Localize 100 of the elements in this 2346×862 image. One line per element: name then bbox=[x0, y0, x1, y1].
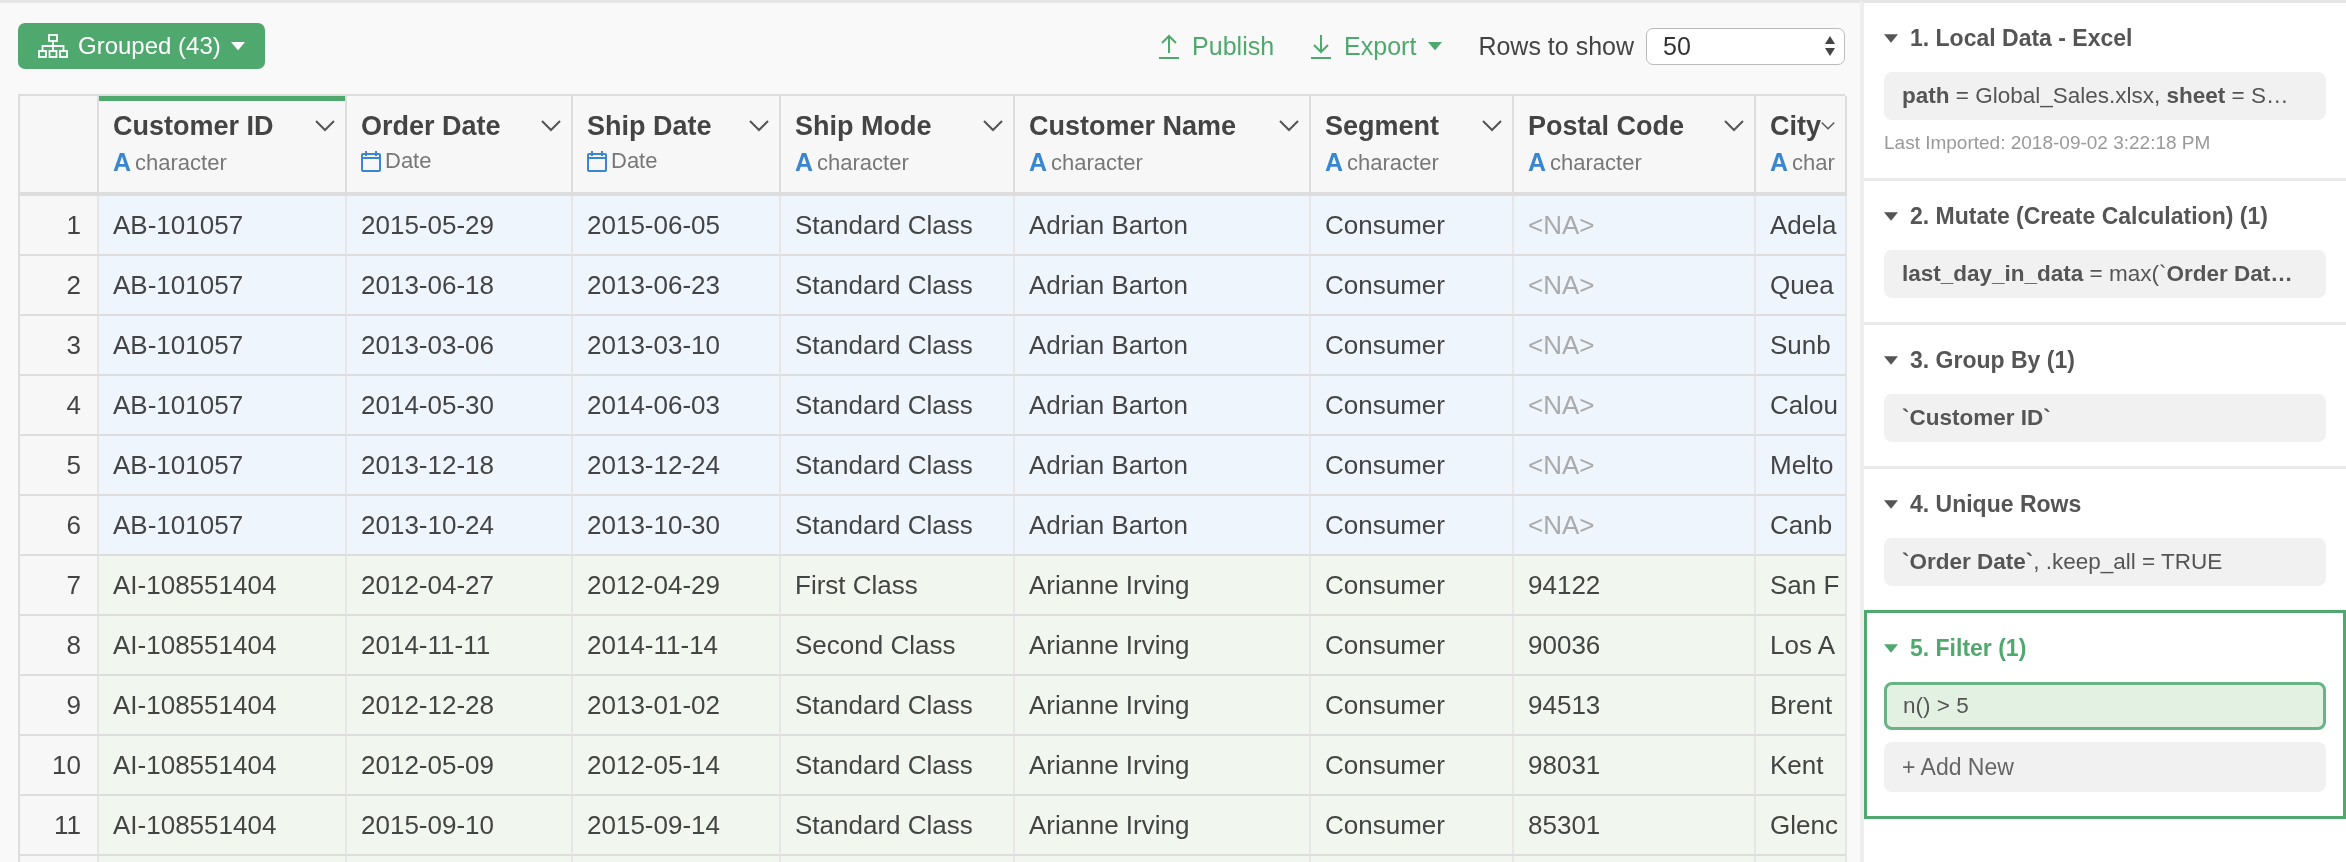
table-cell: Adrian Barton bbox=[1015, 496, 1311, 556]
table-cell: <NA> bbox=[1514, 376, 1756, 436]
table-cell: 90036 bbox=[1514, 616, 1756, 676]
chevron-down-icon[interactable] bbox=[1724, 120, 1744, 132]
add-new-button[interactable]: + Add New bbox=[1884, 742, 2326, 792]
step-card[interactable]: 3. Group By (1) `Customer ID` bbox=[1864, 325, 2346, 469]
step-title[interactable]: 2. Mutate (Create Calculation) (1) bbox=[1884, 203, 2326, 230]
step-card[interactable]: 5. Filter (1) n() > 5 + Add New bbox=[1864, 610, 2346, 819]
column-header[interactable]: Postal Code A character bbox=[1514, 96, 1756, 196]
table-cell: 2015-09-10 bbox=[347, 796, 573, 856]
table-cell: Standard Class bbox=[781, 496, 1015, 556]
table-cell: 85301 bbox=[1514, 796, 1756, 856]
table-cell: 2013-06-18 bbox=[347, 256, 573, 316]
column-type: character bbox=[1347, 149, 1439, 176]
table-cell: 2015-05-29 bbox=[347, 196, 573, 256]
column-type: char bbox=[1792, 149, 1835, 176]
character-type-icon: A bbox=[1029, 148, 1048, 177]
row-number: 1 bbox=[20, 196, 99, 256]
table-cell: AI-108551404 bbox=[99, 796, 347, 856]
chevron-down-icon[interactable] bbox=[1821, 120, 1835, 132]
column-name: Postal Code bbox=[1528, 110, 1685, 142]
step-title[interactable]: 3. Group By (1) bbox=[1884, 347, 2326, 374]
chevron-down-icon[interactable] bbox=[541, 120, 561, 132]
table-cell: <NA> bbox=[1514, 436, 1756, 496]
step-card[interactable]: 4. Unique Rows `Order Date`, .keep_all = TRUE bbox=[1864, 469, 2346, 613]
table-cell: 2013-10-30 bbox=[573, 496, 781, 556]
calendar-icon bbox=[587, 150, 607, 172]
chevron-down-icon[interactable] bbox=[749, 120, 769, 132]
column-header[interactable]: Segment A character bbox=[1311, 96, 1514, 196]
step-argument[interactable]: `Customer ID` bbox=[1884, 394, 2326, 442]
table-cell: AB-101057 bbox=[99, 316, 347, 376]
table-cell: 2013-06-23 bbox=[573, 256, 781, 316]
step-card[interactable]: 1. Local Data - Excel path = Global_Sales.xlsx, sheet = S… Last Imported: 2018-09-02 3:22:18 PM bbox=[1864, 3, 2346, 181]
table-cell: 94513 bbox=[1514, 676, 1756, 736]
table-cell: 2015-09-14 bbox=[573, 796, 781, 856]
row-number: 5 bbox=[20, 436, 99, 496]
column-header[interactable]: Order Date Date bbox=[347, 96, 573, 196]
table-cell: Adrian Barton bbox=[1015, 196, 1311, 256]
hierarchy-icon bbox=[38, 34, 68, 58]
table-cell: Calou bbox=[1756, 376, 1847, 436]
step-argument[interactable]: last_day_in_data = max(`Order Dat… bbox=[1884, 250, 2326, 298]
column-header[interactable]: Ship Mode A character bbox=[781, 96, 1015, 196]
chevron-down-icon[interactable] bbox=[1482, 120, 1502, 132]
column-header[interactable]: Customer ID A character bbox=[99, 96, 347, 196]
character-type-icon: A bbox=[795, 148, 814, 177]
table-cell: Consumer bbox=[1311, 496, 1514, 556]
table-cell: Standard Class bbox=[781, 436, 1015, 496]
table-cell: AB-101057 bbox=[99, 436, 347, 496]
step-card[interactable]: 2. Mutate (Create Calculation) (1) last_day_in_data = max(`Order Dat… bbox=[1864, 181, 2346, 325]
column-header[interactable]: Customer Name A character bbox=[1015, 96, 1311, 196]
column-header[interactable]: City A char bbox=[1756, 96, 1847, 196]
calendar-icon bbox=[361, 150, 381, 172]
table-cell: Canb bbox=[1756, 496, 1847, 556]
caret-icon bbox=[1884, 356, 1898, 365]
column-name: Ship Date bbox=[587, 110, 712, 142]
table-cell: Adela bbox=[1756, 196, 1847, 256]
table-cell: Consumer bbox=[1311, 616, 1514, 676]
column-name: Customer Name bbox=[1029, 110, 1237, 142]
table-cell: Standard Class bbox=[781, 256, 1015, 316]
table-cell: 2013-12-18 bbox=[347, 436, 573, 496]
chevron-down-icon[interactable] bbox=[315, 120, 335, 132]
chevron-down-icon[interactable] bbox=[983, 120, 1003, 132]
table-cell: 2012-05-09 bbox=[347, 736, 573, 796]
table-cell: AI-108551404 bbox=[99, 736, 347, 796]
stepper-icon bbox=[1824, 35, 1836, 57]
column-name: Customer ID bbox=[113, 110, 274, 142]
table-cell: Standard Class bbox=[781, 316, 1015, 376]
table-cell: 2013-12-24 bbox=[573, 436, 781, 496]
download-icon bbox=[1310, 33, 1333, 59]
table-cell: 2015-06-05 bbox=[573, 196, 781, 256]
table-cell: Standard Class bbox=[781, 676, 1015, 736]
step-title[interactable]: 4. Unique Rows bbox=[1884, 491, 2326, 518]
table-cell: Adrian Barton bbox=[1015, 436, 1311, 496]
table-cell: 2014-11-11 bbox=[347, 616, 573, 676]
table-cell: First Class bbox=[781, 556, 1015, 616]
row-number: 6 bbox=[20, 496, 99, 556]
caret-icon bbox=[230, 41, 245, 51]
step-argument[interactable]: n() > 5 bbox=[1884, 682, 2326, 730]
table-cell: Adrian Barton bbox=[1015, 316, 1311, 376]
row-number: 3 bbox=[20, 316, 99, 376]
step-argument[interactable]: path = Global_Sales.xlsx, sheet = S… bbox=[1884, 72, 2326, 120]
table-cell: <NA> bbox=[1514, 196, 1756, 256]
chevron-down-icon[interactable] bbox=[1279, 120, 1299, 132]
row-number: 7 bbox=[20, 556, 99, 616]
table-cell: Consumer bbox=[1311, 376, 1514, 436]
caret-icon bbox=[1428, 41, 1443, 51]
column-type: character bbox=[1051, 149, 1143, 176]
table-cell: AI-108551404 bbox=[99, 676, 347, 736]
row-number: 8 bbox=[20, 616, 99, 676]
row-number: 10 bbox=[20, 736, 99, 796]
rows-select[interactable]: 50 bbox=[1646, 27, 1845, 65]
table-cell: 2012-05-14 bbox=[573, 736, 781, 796]
table-cell: 2013-10-24 bbox=[347, 496, 573, 556]
caret-icon bbox=[1884, 644, 1898, 653]
step-argument[interactable]: `Order Date`, .keep_all = TRUE bbox=[1884, 538, 2326, 586]
table-cell: <NA> bbox=[1514, 316, 1756, 376]
table-cell: 94122 bbox=[1514, 556, 1756, 616]
column-header[interactable]: Ship Date Date bbox=[573, 96, 781, 196]
step-title[interactable]: 1. Local Data - Excel bbox=[1884, 25, 2326, 52]
table-cell: Kent bbox=[1756, 736, 1847, 796]
